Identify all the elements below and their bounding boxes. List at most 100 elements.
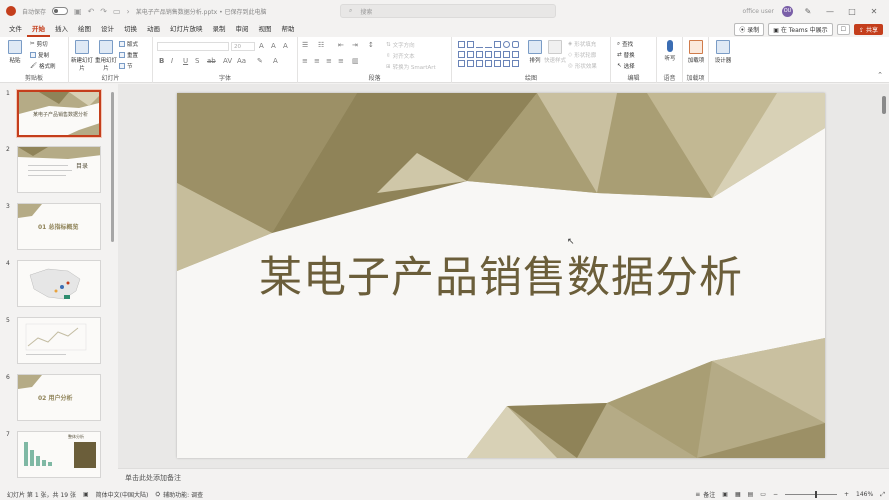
shape-effects-button[interactable]: ◎ 形状效果 [568, 62, 597, 70]
language-status[interactable]: 简体中文(中国大陆) [96, 490, 149, 499]
slide-thumbnail-preview[interactable]: 整体分析 [17, 431, 101, 478]
freeform-shape-icon[interactable] [485, 60, 492, 68]
right-brace-shape-icon[interactable] [503, 60, 510, 68]
align-right-icon[interactable]: ≡ [326, 57, 332, 65]
highlight-icon[interactable]: ✎ [257, 57, 263, 65]
shadow-icon[interactable]: S [195, 57, 199, 65]
right-arrow-shape-icon[interactable] [485, 50, 492, 58]
zoom-in-icon[interactable]: + [844, 491, 849, 498]
increase-indent-icon[interactable]: ⇥ [352, 41, 358, 49]
line-shape-icon[interactable] [476, 41, 483, 48]
cut-button[interactable]: ✂ 剪切 [30, 40, 48, 48]
left-brace-shape-icon[interactable] [494, 60, 501, 68]
record-button[interactable]: ⦿ 录制 [734, 23, 765, 36]
undo-icon[interactable]: ↶ [88, 7, 95, 16]
slide-thumbnail-preview[interactable]: 目录 [17, 146, 101, 193]
star-shape-icon[interactable] [503, 50, 510, 58]
editor-scrollbar[interactable] [881, 86, 887, 466]
addins-button[interactable]: 加载项 [685, 40, 707, 64]
replace-button[interactable]: ⇄ 替换 [617, 51, 635, 59]
format-painter-button[interactable]: 🖌 格式刷 [30, 62, 56, 70]
triangle-shape-icon[interactable] [458, 50, 465, 58]
align-text-button[interactable]: ⇳ 对齐文本 [386, 52, 415, 60]
normal-view-icon[interactable]: ▣ [722, 491, 728, 498]
notes-button[interactable]: ≡ 备注 [695, 490, 715, 499]
fit-to-window-icon[interactable]: ⤢ [880, 491, 885, 499]
hexagon-shape-icon[interactable] [467, 60, 474, 68]
spellcheck-icon[interactable]: ▣ [83, 491, 89, 498]
accessibility-status[interactable]: ⛭ 辅助功能: 调查 [155, 490, 203, 500]
increase-font-icon[interactable]: A [259, 42, 264, 50]
vertical-textbox-shape-icon[interactable] [467, 41, 474, 48]
zoom-out-icon[interactable]: − [773, 491, 778, 498]
layout-button[interactable]: 版式 [119, 40, 138, 48]
customize-qat-icon[interactable]: › [127, 7, 130, 16]
align-center-icon[interactable]: ≡ [314, 57, 320, 65]
font-color-icon[interactable]: A [273, 57, 278, 65]
designer-button[interactable]: 设计器 [712, 40, 734, 64]
find-button[interactable]: ⌕ 查找 [617, 40, 633, 49]
close-icon[interactable]: ✕ [867, 7, 881, 16]
reuse-slides-button[interactable]: 重用幻灯片 [95, 40, 117, 72]
zoom-slider[interactable] [785, 491, 837, 498]
tab-record[interactable]: 录制 [208, 22, 231, 37]
minimize-icon[interactable]: — [823, 7, 837, 16]
thumbnails-scroll-thumb[interactable] [111, 92, 114, 242]
arrange-button[interactable]: 排列 [524, 40, 546, 64]
slide-thumbnail-preview[interactable] [17, 260, 101, 307]
slide-title[interactable]: 某电子产品销售数据分析 [177, 243, 825, 305]
shape-fill-button[interactable]: ◈ 形状填充 [568, 40, 596, 48]
tab-animations[interactable]: 动画 [142, 22, 165, 37]
thumbnails-scrollbar[interactable] [110, 86, 115, 484]
tab-design[interactable]: 设计 [96, 22, 119, 37]
share-button[interactable]: ⇪ 共享 [854, 24, 883, 35]
tab-insert[interactable]: 插入 [50, 22, 73, 37]
italic-icon[interactable]: I [171, 57, 173, 65]
section-button[interactable]: 节 [119, 62, 133, 70]
align-left-icon[interactable]: ≡ [302, 57, 308, 65]
rounded-rect-shape-icon[interactable] [512, 41, 519, 48]
shapes-gallery[interactable] [458, 41, 520, 69]
slide-thumbnail-preview[interactable] [17, 317, 101, 364]
font-size-select[interactable]: 20 [231, 42, 255, 51]
pentagon-shape-icon[interactable] [458, 60, 465, 68]
change-case-icon[interactable]: Aa [237, 57, 246, 65]
collapse-ribbon-icon[interactable]: ⌃ [877, 71, 883, 79]
elbow-connector-shape-icon[interactable] [467, 50, 474, 58]
char-spacing-icon[interactable]: AV [223, 57, 232, 65]
slide-thumbnail-preview[interactable]: 01 总指标概览 [17, 203, 101, 250]
bold-icon[interactable]: B [159, 57, 164, 65]
copy-button[interactable]: 复制 [30, 51, 49, 59]
bullets-icon[interactable]: ☰ [302, 41, 308, 49]
slideshow-view-icon[interactable]: ▭ [760, 491, 766, 498]
numbering-icon[interactable]: ☷ [318, 41, 324, 49]
more-shapes-icon[interactable] [512, 60, 519, 68]
reading-view-icon[interactable]: ▤ [748, 491, 754, 498]
editor-scroll-thumb[interactable] [882, 96, 886, 114]
redo-icon[interactable]: ↷ [100, 7, 107, 16]
smartart-button[interactable]: ⊞ 转换为 SmartArt [386, 63, 436, 71]
select-button[interactable]: ↖ 选择 [617, 62, 635, 70]
teams-present-button[interactable]: ▣ 在 Teams 中展示 [768, 23, 833, 36]
paste-button[interactable]: 粘贴 [4, 40, 26, 64]
clear-format-icon[interactable]: A [283, 42, 288, 50]
present-icon[interactable]: ▭ [113, 7, 121, 16]
ribbon-options-icon[interactable]: ✎ [801, 7, 815, 16]
tab-transitions[interactable]: 切换 [119, 22, 142, 37]
justify-icon[interactable]: ≡ [338, 57, 344, 65]
tab-file[interactable]: 文件 [4, 22, 27, 37]
slide-thumbnail-preview[interactable]: 02 用户分析 [17, 374, 101, 421]
reset-button[interactable]: 重置 [119, 51, 138, 59]
underline-icon[interactable]: U [183, 57, 188, 65]
brace-shape-icon[interactable] [512, 50, 519, 58]
oval-shape-icon[interactable] [503, 41, 510, 48]
current-slide[interactable]: 某电子产品销售数据分析 [177, 93, 825, 458]
tab-review[interactable]: 审阅 [231, 22, 254, 37]
comments-icon[interactable]: ☐ [836, 24, 851, 35]
autosave-toggle[interactable] [52, 7, 69, 15]
tab-view[interactable]: 视图 [254, 22, 277, 37]
curved-connector-shape-icon[interactable] [476, 50, 483, 58]
down-arrow-shape-icon[interactable] [494, 50, 501, 58]
search-box[interactable]: ⌕ 搜索 [340, 4, 556, 18]
avatar[interactable]: OU [782, 5, 793, 17]
